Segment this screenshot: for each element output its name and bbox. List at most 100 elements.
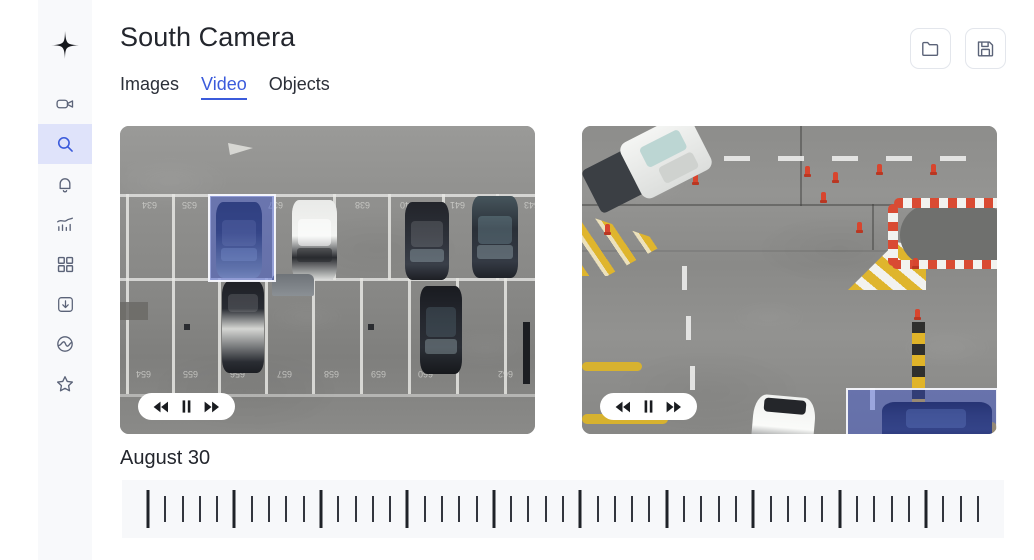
playback-controls: [600, 393, 697, 420]
save-button[interactable]: [965, 28, 1006, 69]
pause-button[interactable]: [182, 400, 191, 413]
timeline-tick: [544, 496, 547, 522]
pause-icon: [182, 400, 191, 413]
timeline-tick-major: [924, 490, 928, 528]
sidebar-item-analytics[interactable]: [38, 204, 92, 244]
traffic-cone: [804, 166, 811, 177]
sidebar-item-video[interactable]: [38, 84, 92, 124]
timeline-date-label: August 30: [120, 447, 211, 469]
timeline-tick: [527, 496, 530, 522]
sidebar-item-download[interactable]: [38, 284, 92, 324]
rewind-button[interactable]: [615, 401, 631, 413]
drain-marker: [368, 324, 374, 330]
slot-number: 643: [524, 200, 535, 210]
download-icon: [57, 296, 73, 312]
video-panel-parking-lot[interactable]: 634 635 636 637 638 640 641 642 643 654 …: [120, 126, 535, 434]
timeline-tick: [475, 496, 478, 522]
globe-icon: [57, 336, 73, 352]
sidebar: [38, 0, 92, 560]
timeline-tick: [250, 496, 253, 522]
slot-number: 641: [450, 200, 466, 210]
traffic-cone: [914, 309, 921, 320]
sidebar-item-grid[interactable]: [38, 244, 92, 284]
timeline-tick: [683, 496, 686, 522]
slot-number: 634: [142, 200, 158, 210]
sidebar-item-map[interactable]: [38, 324, 92, 364]
bell-icon: [59, 178, 71, 193]
traffic-cone: [820, 192, 827, 203]
video-panel-intersection[interactable]: [582, 126, 997, 434]
timeline-tick: [423, 496, 426, 522]
slot-number: 657: [277, 369, 293, 379]
timeline-tick: [700, 496, 703, 522]
detection-box[interactable]: [846, 388, 997, 434]
timeline-tick: [268, 496, 271, 522]
vehicle: [420, 286, 462, 374]
timeline-tick: [959, 496, 962, 522]
timeline-tick: [907, 496, 910, 522]
rewind-button[interactable]: [153, 401, 169, 413]
sidebar-item-search[interactable]: [38, 124, 92, 164]
detection-box[interactable]: [208, 194, 276, 282]
timeline-ticks: [122, 480, 1004, 538]
save-icon: [977, 41, 994, 57]
timeline-tick: [285, 496, 288, 522]
timeline-tick: [855, 496, 858, 522]
grid-icon: [57, 256, 73, 272]
fast-forward-button[interactable]: [666, 401, 682, 413]
vehicle: [222, 281, 264, 373]
tab-video[interactable]: Video: [201, 74, 247, 100]
timeline-tick: [164, 496, 167, 522]
sparkle-logo[interactable]: [48, 28, 82, 62]
sidebar-item-favorites[interactable]: [38, 364, 92, 404]
timeline-tick: [389, 496, 392, 522]
slot-number: 654: [136, 369, 152, 379]
traffic-cone: [930, 164, 937, 175]
timeline-tick: [873, 496, 876, 522]
yellow-curb: [582, 362, 642, 371]
vehicle: [292, 200, 337, 280]
fast-forward-button[interactable]: [204, 401, 220, 413]
star-icon: [57, 376, 74, 392]
tab-images[interactable]: Images: [120, 74, 179, 100]
timeline-tick-major: [751, 490, 755, 528]
timeline-tick-major: [578, 490, 582, 528]
chart-icon: [57, 217, 74, 231]
timeline-tick: [734, 496, 737, 522]
video-camera-icon: [56, 99, 74, 109]
direction-arrow: [228, 142, 254, 161]
timeline-tick: [302, 496, 305, 522]
timeline-tick: [458, 496, 461, 522]
rewind-icon: [615, 401, 630, 412]
pause-button[interactable]: [644, 400, 653, 413]
timeline-tick: [440, 496, 443, 522]
timeline-tick: [181, 496, 184, 522]
search-icon: [57, 136, 73, 152]
open-folder-button[interactable]: [910, 28, 951, 69]
timeline-tick-major: [319, 490, 323, 528]
timeline-tick: [510, 496, 513, 522]
timeline-tick: [977, 496, 979, 522]
traffic-island: [900, 204, 997, 266]
traffic-cone: [832, 172, 839, 183]
island-curb: [888, 204, 898, 266]
traffic-cone: [856, 222, 863, 233]
sidebar-item-alerts[interactable]: [38, 164, 92, 204]
timeline-tick: [890, 496, 893, 522]
app-root: South Camera Images Video Objects 634 63…: [0, 0, 1034, 560]
folder-icon: [922, 41, 939, 57]
timeline-tick: [717, 496, 720, 522]
timeline-tick: [562, 496, 564, 522]
timeline[interactable]: [122, 480, 1004, 538]
vehicle: [272, 274, 314, 296]
timeline-tick: [216, 496, 219, 522]
island-curb: [894, 198, 997, 208]
arrow-icon: [228, 143, 253, 155]
timeline-tick: [631, 496, 634, 522]
timeline-tick: [354, 496, 357, 522]
tab-objects[interactable]: Objects: [269, 74, 330, 100]
slot-number: 659: [371, 369, 387, 379]
traffic-cone: [876, 164, 883, 175]
fast-forward-icon: [204, 401, 219, 412]
slot-number: 662: [498, 369, 514, 379]
